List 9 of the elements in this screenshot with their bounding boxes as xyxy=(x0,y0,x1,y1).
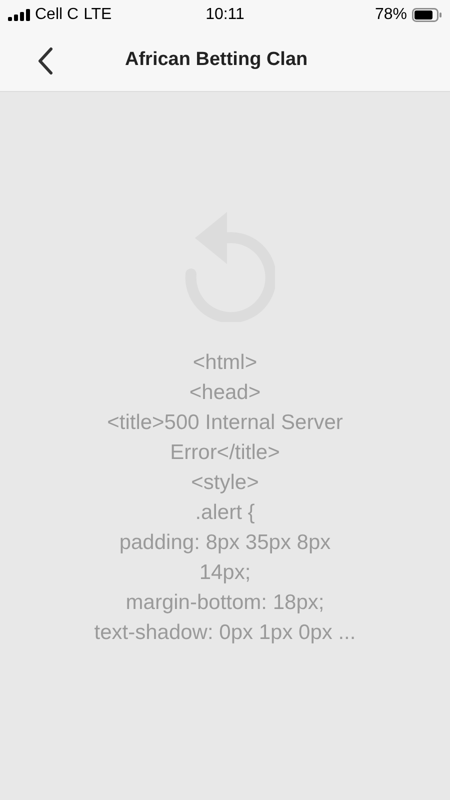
battery-percentage: 78% xyxy=(374,5,407,25)
nav-title: African Betting Clan xyxy=(125,48,308,72)
battery-icon xyxy=(412,8,442,22)
carrier-name: Cell C xyxy=(35,5,79,25)
clock-time: 10:11 xyxy=(206,5,244,25)
signal-icon xyxy=(8,9,30,21)
chevron-left-icon xyxy=(37,46,53,74)
network-type: LTE xyxy=(84,5,112,25)
error-message: <html> <head> <title>500 Internal Server Error</title> <style> .alert { padding: 8px 35px 8px 14px; margin-bottom: 18px; text-shadow: 0px 1px 0px ... xyxy=(93,350,357,646)
